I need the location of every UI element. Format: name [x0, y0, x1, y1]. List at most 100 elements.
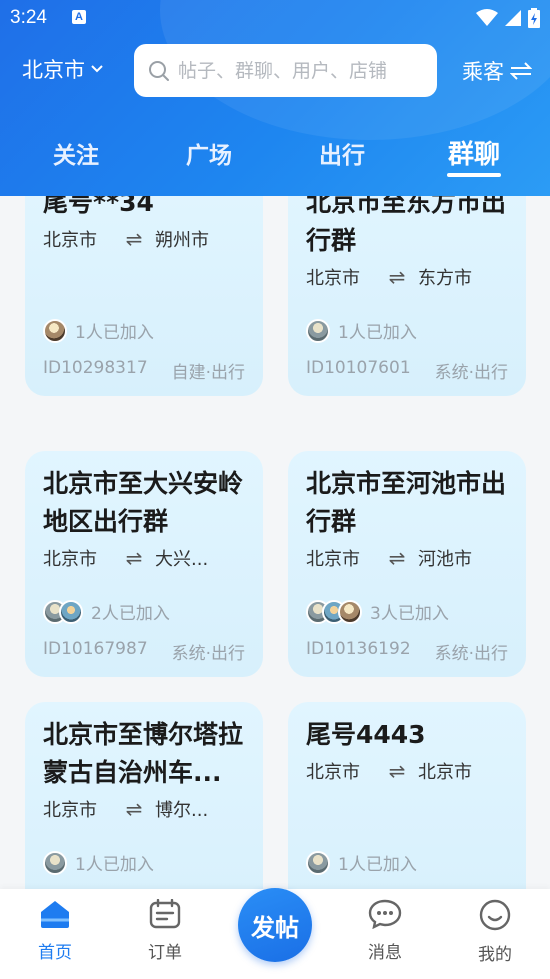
route: 北京市 ⇌ 北京市: [306, 758, 508, 784]
status-icons: [476, 8, 540, 28]
notification-icon: A: [72, 10, 86, 24]
active-tab-indicator: [447, 173, 501, 177]
route-to: 东方市: [418, 268, 472, 289]
group-card[interactable]: 北京市至大兴安岭地区出行群 北京市 ⇌ 大兴... 2人已加入 ID101679…: [25, 451, 263, 677]
group-card[interactable]: 尾号**34 北京市 ⇌ 朔州市 1人已加入 ID10298317 自建·出行: [25, 196, 263, 396]
member-count: 1人已加入: [338, 855, 417, 875]
tab-square[interactable]: 广场: [164, 136, 254, 170]
top-header: 3:24 A 北京市 乘客 关注 广场 出行 群聊: [0, 0, 550, 196]
search-bar[interactable]: [134, 44, 437, 97]
swap-arrows-icon: ⇌: [388, 759, 406, 783]
group-id: ID10136192: [306, 639, 411, 659]
avatar: [338, 599, 362, 624]
group-title: 北京市至大兴安岭地区出行群: [43, 469, 244, 536]
member-info: 1人已加入: [43, 850, 154, 875]
avatar: [306, 850, 330, 875]
group-tag: 自建·出行: [171, 363, 245, 383]
route: 北京市 ⇌ 朔州市: [43, 226, 245, 252]
group-tag: 系统·出行: [434, 363, 508, 383]
group-tag: 系统·出行: [434, 644, 508, 664]
calendar-icon: [149, 898, 181, 929]
avatar: [306, 318, 330, 343]
group-id: ID10107601: [306, 358, 411, 378]
tab-group-chat[interactable]: 群聊: [429, 134, 519, 171]
search-icon: [149, 60, 169, 81]
top-tabs: 关注 广场 出行 群聊: [0, 128, 550, 184]
card-footer: ID10107601 系统·出行: [306, 358, 508, 383]
route-from: 北京市: [43, 230, 97, 251]
route: 北京市 ⇌ 大兴...: [43, 545, 245, 571]
group-title: 北京市至东方市出行群: [306, 196, 507, 255]
group-title: 尾号4443: [306, 720, 426, 749]
member-info: 2人已加入: [43, 599, 170, 624]
member-count: 3人已加入: [370, 604, 449, 624]
member-info: 1人已加入: [306, 850, 417, 875]
nav-home-label: 首页: [38, 943, 72, 963]
search-input[interactable]: [178, 59, 428, 82]
nav-profile-label: 我的: [478, 945, 512, 965]
smile-icon: [479, 899, 511, 931]
swap-icon: [510, 62, 532, 80]
route-from: 北京市: [306, 549, 360, 570]
card-footer: ID10136192 系统·出行: [306, 639, 508, 664]
signal-icon: [505, 10, 521, 26]
avatar-stack: [43, 599, 83, 624]
avatar: [43, 318, 67, 343]
card-footer: ID10298317 自建·出行: [43, 358, 245, 383]
member-info: 1人已加入: [43, 318, 154, 343]
nav-messages-label: 消息: [368, 943, 402, 963]
avatar: [59, 599, 83, 624]
swap-arrows-icon: ⇌: [125, 797, 143, 821]
member-count: 1人已加入: [75, 855, 154, 875]
route: 北京市 ⇌ 东方市: [306, 264, 508, 290]
nav-orders[interactable]: 订单: [125, 898, 205, 963]
group-title: 尾号**34: [43, 196, 154, 217]
route: 北京市 ⇌ 河池市: [306, 545, 508, 571]
group-tag: 系统·出行: [171, 644, 245, 664]
avatar-stack: [43, 850, 67, 875]
nav-home[interactable]: 首页: [15, 899, 95, 963]
status-time: 3:24: [10, 7, 47, 28]
member-info: 3人已加入: [306, 599, 449, 624]
group-title: 北京市至博尔塔拉蒙古自治州车...: [43, 720, 244, 787]
role-label: 乘客: [462, 60, 504, 84]
route-from: 北京市: [306, 268, 360, 289]
wifi-icon: [476, 9, 498, 26]
card-footer: ID10167987 系统·出行: [43, 639, 245, 664]
member-count: 1人已加入: [338, 323, 417, 343]
route-to: 博尔...: [155, 800, 209, 821]
group-card[interactable]: 北京市至东方市出行群 北京市 ⇌ 东方市 1人已加入 ID10107601 系统…: [288, 196, 526, 396]
chat-icon: [368, 899, 402, 930]
group-id: ID10167987: [43, 639, 148, 659]
avatar: [43, 850, 67, 875]
avatar-stack: [306, 599, 362, 624]
route-from: 北京市: [43, 800, 97, 821]
group-card[interactable]: 北京市至博尔塔拉蒙古自治州车... 北京市 ⇌ 博尔... 1人已加入: [25, 702, 263, 889]
nav-profile[interactable]: 我的: [455, 899, 535, 965]
tab-follow[interactable]: 关注: [31, 136, 121, 170]
avatar-stack: [306, 318, 330, 343]
nav-orders-label: 订单: [148, 943, 182, 963]
swap-arrows-icon: ⇌: [125, 546, 143, 570]
nav-messages[interactable]: 消息: [345, 899, 425, 963]
tab-travel[interactable]: 出行: [297, 136, 387, 170]
route-from: 北京市: [43, 549, 97, 570]
route-to: 朔州市: [155, 230, 209, 251]
member-count: 2人已加入: [91, 604, 170, 624]
battery-icon: [528, 8, 540, 28]
group-chat-grid: 尾号**34 北京市 ⇌ 朔州市 1人已加入 ID10298317 自建·出行 …: [0, 196, 550, 889]
role-switch[interactable]: 乘客: [462, 56, 532, 86]
avatar-stack: [306, 850, 330, 875]
route-to: 北京市: [418, 762, 472, 783]
city-selector[interactable]: 北京市: [22, 54, 103, 84]
swap-arrows-icon: ⇌: [388, 265, 406, 289]
group-title: 北京市至河池市出行群: [306, 469, 507, 536]
group-card[interactable]: 尾号4443 北京市 ⇌ 北京市 1人已加入: [288, 702, 526, 889]
status-bar: 3:24 A: [0, 0, 550, 36]
chevron-down-icon: [91, 65, 103, 73]
city-label: 北京市: [22, 58, 85, 82]
post-button[interactable]: 发帖: [238, 888, 312, 962]
route-from: 北京市: [306, 762, 360, 783]
group-card[interactable]: 北京市至河池市出行群 北京市 ⇌ 河池市 3人已加入 ID10136192 系统…: [288, 451, 526, 677]
route-to: 大兴...: [155, 549, 209, 570]
